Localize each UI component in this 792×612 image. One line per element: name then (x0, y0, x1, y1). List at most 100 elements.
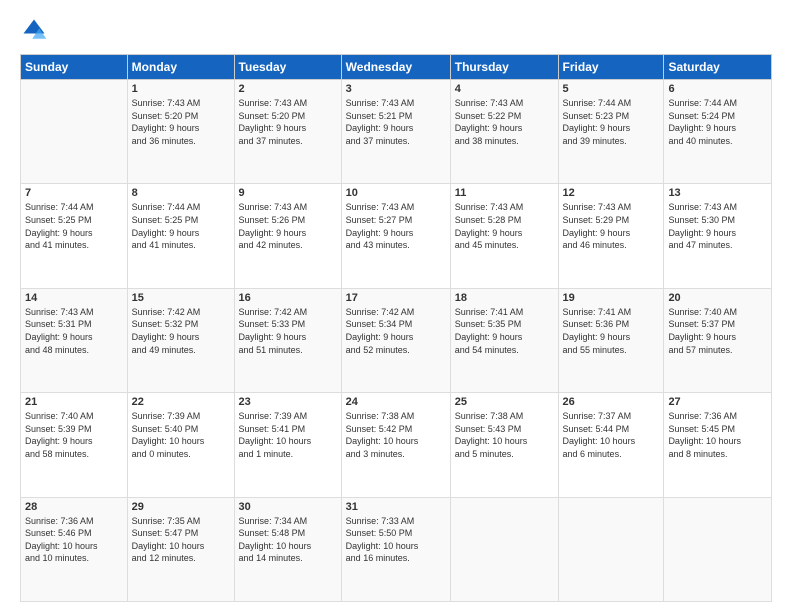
day-header-thursday: Thursday (450, 55, 558, 80)
day-info: Sunrise: 7:39 AM Sunset: 5:40 PM Dayligh… (132, 410, 230, 460)
day-info: Sunrise: 7:41 AM Sunset: 5:36 PM Dayligh… (563, 306, 660, 356)
header-row: SundayMondayTuesdayWednesdayThursdayFrid… (21, 55, 772, 80)
day-info: Sunrise: 7:44 AM Sunset: 5:23 PM Dayligh… (563, 97, 660, 147)
calendar-cell: 11 Sunrise: 7:43 AM Sunset: 5:28 PM Dayli… (450, 184, 558, 288)
calendar-page: SundayMondayTuesdayWednesdayThursdayFrid… (0, 0, 792, 612)
day-info: Sunrise: 7:38 AM Sunset: 5:42 PM Dayligh… (346, 410, 446, 460)
calendar-cell: 26 Sunrise: 7:37 AM Sunset: 5:44 PM Dayli… (558, 393, 664, 497)
calendar-cell: 20Sunrise: 7:40 AM Sunset: 5:37 PM Dayli… (664, 288, 772, 392)
day-number: 23 (239, 396, 337, 408)
week-row-1: 1 Sunrise: 7:43 AM Sunset: 5:20 PM Daylig… (21, 80, 772, 184)
day-number: 25 (455, 396, 554, 408)
calendar-cell: 16Sunrise: 7:42 AM Sunset: 5:33 PM Dayli… (234, 288, 341, 392)
day-info: Sunrise: 7:37 AM Sunset: 5:44 PM Dayligh… (563, 410, 660, 460)
day-number: 31 (346, 501, 446, 513)
day-number: 15 (132, 292, 230, 304)
day-number: 28 (25, 501, 123, 513)
day-info: Sunrise: 7:44 AM Sunset: 5:24 PM Dayligh… (668, 97, 767, 147)
calendar-cell (558, 497, 664, 601)
day-header-wednesday: Wednesday (341, 55, 450, 80)
day-info: Sunrise: 7:44 AM Sunset: 5:25 PM Dayligh… (132, 201, 230, 251)
day-info: Sunrise: 7:43 AM Sunset: 5:21 PM Dayligh… (346, 97, 446, 147)
day-info: Sunrise: 7:36 AM Sunset: 5:45 PM Dayligh… (668, 410, 767, 460)
calendar-cell: 19 Sunrise: 7:41 AM Sunset: 5:36 PM Dayli… (558, 288, 664, 392)
day-info: Sunrise: 7:35 AM Sunset: 5:47 PM Dayligh… (132, 515, 230, 565)
day-header-sunday: Sunday (21, 55, 128, 80)
day-number: 1 (132, 83, 230, 95)
day-number: 19 (563, 292, 660, 304)
calendar-cell: 25 Sunrise: 7:38 AM Sunset: 5:43 PM Dayli… (450, 393, 558, 497)
day-info: Sunrise: 7:43 AM Sunset: 5:28 PM Dayligh… (455, 201, 554, 251)
day-info: Sunrise: 7:43 AM Sunset: 5:26 PM Dayligh… (239, 201, 337, 251)
day-info: Sunrise: 7:43 AM Sunset: 5:31 PM Dayligh… (25, 306, 123, 356)
calendar-table: SundayMondayTuesdayWednesdayThursdayFrid… (20, 54, 772, 602)
day-number: 4 (455, 83, 554, 95)
day-header-saturday: Saturday (664, 55, 772, 80)
day-info: Sunrise: 7:43 AM Sunset: 5:20 PM Dayligh… (132, 97, 230, 147)
calendar-cell: 3 Sunrise: 7:43 AM Sunset: 5:21 PM Daylig… (341, 80, 450, 184)
calendar-cell: 29 Sunrise: 7:35 AM Sunset: 5:47 PM Dayli… (127, 497, 234, 601)
calendar-cell: 17 Sunrise: 7:42 AM Sunset: 5:34 PM Dayli… (341, 288, 450, 392)
day-header-friday: Friday (558, 55, 664, 80)
calendar-cell: 31 Sunrise: 7:33 AM Sunset: 5:50 PM Dayli… (341, 497, 450, 601)
calendar-cell: 30Sunrise: 7:34 AM Sunset: 5:48 PM Dayli… (234, 497, 341, 601)
day-number: 3 (346, 83, 446, 95)
calendar-cell: 28Sunrise: 7:36 AM Sunset: 5:46 PM Dayli… (21, 497, 128, 601)
day-number: 29 (132, 501, 230, 513)
day-info: Sunrise: 7:42 AM Sunset: 5:33 PM Dayligh… (239, 306, 337, 356)
calendar-cell: 21 Sunrise: 7:40 AM Sunset: 5:39 PM Dayli… (21, 393, 128, 497)
logo (20, 16, 52, 44)
calendar-cell: 13 Sunrise: 7:43 AM Sunset: 5:30 PM Dayli… (664, 184, 772, 288)
day-number: 12 (563, 187, 660, 199)
day-number: 11 (455, 187, 554, 199)
calendar-cell: 15 Sunrise: 7:42 AM Sunset: 5:32 PM Dayli… (127, 288, 234, 392)
day-info: Sunrise: 7:39 AM Sunset: 5:41 PM Dayligh… (239, 410, 337, 460)
day-info: Sunrise: 7:44 AM Sunset: 5:25 PM Dayligh… (25, 201, 123, 251)
day-number: 26 (563, 396, 660, 408)
day-number: 21 (25, 396, 123, 408)
calendar-cell (21, 80, 128, 184)
day-info: Sunrise: 7:43 AM Sunset: 5:30 PM Dayligh… (668, 201, 767, 251)
calendar-cell: 22 Sunrise: 7:39 AM Sunset: 5:40 PM Dayli… (127, 393, 234, 497)
day-info: Sunrise: 7:41 AM Sunset: 5:35 PM Dayligh… (455, 306, 554, 356)
calendar-cell: 18 Sunrise: 7:41 AM Sunset: 5:35 PM Dayli… (450, 288, 558, 392)
calendar-cell: 1 Sunrise: 7:43 AM Sunset: 5:20 PM Daylig… (127, 80, 234, 184)
day-number: 14 (25, 292, 123, 304)
calendar-cell: 4 Sunrise: 7:43 AM Sunset: 5:22 PM Daylig… (450, 80, 558, 184)
week-row-3: 14 Sunrise: 7:43 AM Sunset: 5:31 PM Dayli… (21, 288, 772, 392)
day-number: 7 (25, 187, 123, 199)
day-number: 8 (132, 187, 230, 199)
calendar-cell: 12 Sunrise: 7:43 AM Sunset: 5:29 PM Dayli… (558, 184, 664, 288)
day-number: 17 (346, 292, 446, 304)
day-number: 10 (346, 187, 446, 199)
calendar-cell: 23 Sunrise: 7:39 AM Sunset: 5:41 PM Dayli… (234, 393, 341, 497)
calendar-cell: 8 Sunrise: 7:44 AM Sunset: 5:25 PM Daylig… (127, 184, 234, 288)
calendar-cell: 14 Sunrise: 7:43 AM Sunset: 5:31 PM Dayli… (21, 288, 128, 392)
calendar-cell (664, 497, 772, 601)
week-row-2: 7 Sunrise: 7:44 AM Sunset: 5:25 PM Daylig… (21, 184, 772, 288)
calendar-cell: 24Sunrise: 7:38 AM Sunset: 5:42 PM Dayli… (341, 393, 450, 497)
day-number: 30 (239, 501, 337, 513)
week-row-4: 21 Sunrise: 7:40 AM Sunset: 5:39 PM Dayli… (21, 393, 772, 497)
day-info: Sunrise: 7:33 AM Sunset: 5:50 PM Dayligh… (346, 515, 446, 565)
calendar-cell: 10 Sunrise: 7:43 AM Sunset: 5:27 PM Dayli… (341, 184, 450, 288)
day-info: Sunrise: 7:42 AM Sunset: 5:32 PM Dayligh… (132, 306, 230, 356)
day-number: 5 (563, 83, 660, 95)
day-info: Sunrise: 7:42 AM Sunset: 5:34 PM Dayligh… (346, 306, 446, 356)
day-info: Sunrise: 7:43 AM Sunset: 5:20 PM Dayligh… (239, 97, 337, 147)
calendar-cell: 27Sunrise: 7:36 AM Sunset: 5:45 PM Dayli… (664, 393, 772, 497)
day-number: 9 (239, 187, 337, 199)
day-info: Sunrise: 7:40 AM Sunset: 5:37 PM Dayligh… (668, 306, 767, 356)
day-number: 18 (455, 292, 554, 304)
logo-icon (20, 16, 48, 44)
day-info: Sunrise: 7:43 AM Sunset: 5:22 PM Dayligh… (455, 97, 554, 147)
week-row-5: 28Sunrise: 7:36 AM Sunset: 5:46 PM Dayli… (21, 497, 772, 601)
day-info: Sunrise: 7:38 AM Sunset: 5:43 PM Dayligh… (455, 410, 554, 460)
day-info: Sunrise: 7:40 AM Sunset: 5:39 PM Dayligh… (25, 410, 123, 460)
day-number: 22 (132, 396, 230, 408)
calendar-cell: 2Sunrise: 7:43 AM Sunset: 5:20 PM Daylig… (234, 80, 341, 184)
day-info: Sunrise: 7:43 AM Sunset: 5:29 PM Dayligh… (563, 201, 660, 251)
day-number: 13 (668, 187, 767, 199)
calendar-cell: 7 Sunrise: 7:44 AM Sunset: 5:25 PM Daylig… (21, 184, 128, 288)
day-info: Sunrise: 7:43 AM Sunset: 5:27 PM Dayligh… (346, 201, 446, 251)
